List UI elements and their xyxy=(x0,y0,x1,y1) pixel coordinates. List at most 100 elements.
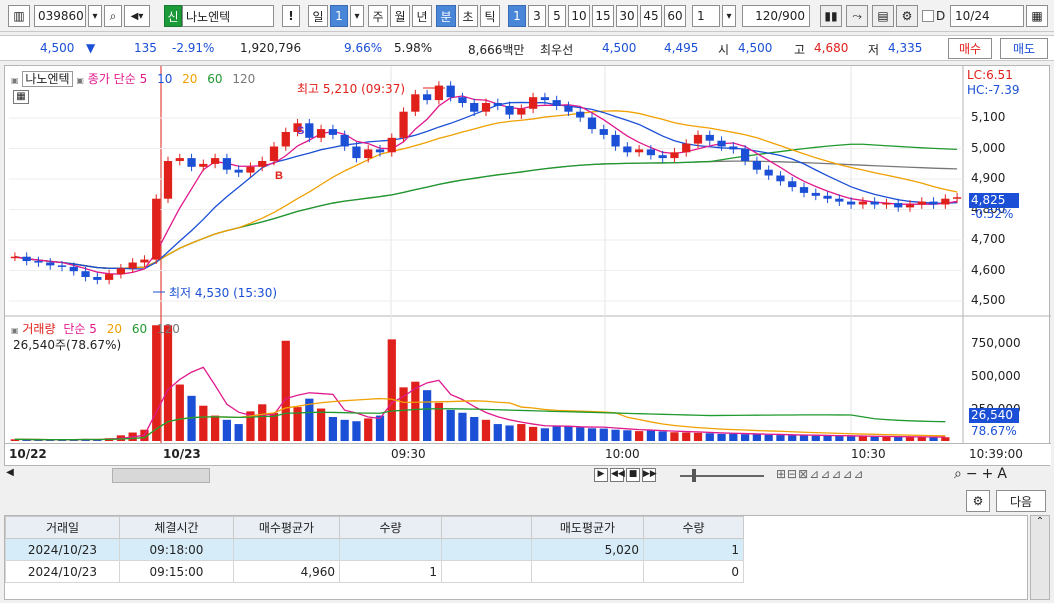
grid-settings-gear-icon[interactable]: ⚙ xyxy=(966,490,990,512)
candle-body xyxy=(399,111,408,138)
period-minute[interactable]: 분 xyxy=(436,5,456,27)
buy-button[interactable]: 매수 xyxy=(948,38,992,59)
gear-icon[interactable]: ⚙ xyxy=(896,5,918,27)
volume-bar xyxy=(634,431,644,441)
draw-tool-icon[interactable]: ⤳ xyxy=(846,5,868,27)
candle-body xyxy=(316,129,326,138)
candle-body xyxy=(352,146,361,159)
col-buy-avg[interactable]: 매수평균가 xyxy=(233,516,340,539)
date-input[interactable]: 10/24 xyxy=(950,5,1024,27)
legend-stock-name[interactable]: 나노엔텍 xyxy=(22,71,73,87)
volume-bar xyxy=(811,435,820,441)
low-price: 4,335 xyxy=(888,41,923,55)
alert-button[interactable]: ! xyxy=(282,5,300,27)
playback-controls: ▶ ◀◀ ■ ▶▶ xyxy=(594,468,657,482)
minute-45[interactable]: 45 xyxy=(640,5,662,27)
search-icon[interactable]: ⌕ xyxy=(104,5,122,27)
period-tick[interactable]: 틱 xyxy=(480,5,500,27)
minute-30[interactable]: 30 xyxy=(616,5,638,27)
period-year[interactable]: 년 xyxy=(412,5,432,27)
volume-bar xyxy=(717,433,726,441)
candle-body xyxy=(375,149,385,153)
grid-scrollbar[interactable]: ⌃ xyxy=(1030,515,1050,600)
stop-icon[interactable]: ■ xyxy=(626,468,640,482)
sell-marker: S xyxy=(297,125,304,137)
legend-ma10: 10 xyxy=(157,72,173,86)
candle-body xyxy=(104,274,114,280)
change-pct: -2.91% xyxy=(172,41,215,55)
minute-10[interactable]: 10 xyxy=(568,5,590,27)
volume-bar xyxy=(505,425,514,441)
zoom-out-icon[interactable]: − xyxy=(966,466,982,482)
volume-bar xyxy=(399,387,408,441)
volume-bar xyxy=(799,435,809,441)
col-sell-qty[interactable]: 수량 xyxy=(643,516,744,539)
table-view-icon[interactable]: ▦ xyxy=(13,90,29,104)
save-icon[interactable]: ▤ xyxy=(872,5,894,27)
period-second[interactable]: 초 xyxy=(458,5,478,27)
volume-bar xyxy=(576,427,585,441)
candle-body xyxy=(163,161,173,199)
volume-bar xyxy=(234,424,243,441)
range-input[interactable]: 120/900 xyxy=(742,5,810,27)
stock-name-field[interactable]: 나노엔텍 xyxy=(182,5,274,27)
screen-menu-icon[interactable]: ▥ xyxy=(8,5,30,27)
col-trade-date[interactable]: 거래일 xyxy=(5,516,120,539)
minute-60[interactable]: 60 xyxy=(664,5,686,27)
volume-bar xyxy=(835,436,844,441)
date-checkbox[interactable] xyxy=(922,10,934,22)
period-day[interactable]: 일 xyxy=(308,5,328,27)
candle-body xyxy=(340,134,349,147)
cell-buy-avg xyxy=(233,538,340,561)
sell-button[interactable]: 매도 xyxy=(1000,38,1048,59)
fast-forward-icon[interactable]: ▶▶ xyxy=(642,468,657,482)
zoom-in-icon[interactable]: + xyxy=(982,466,998,482)
period-week[interactable]: 주 xyxy=(368,5,388,27)
candle-body xyxy=(46,262,55,266)
table-row[interactable]: 2024/10/23 09:18:00 5,020 1 xyxy=(5,538,744,561)
count-dropdown-icon[interactable]: ▾ xyxy=(722,5,736,27)
col-sell-avg[interactable]: 매도평균가 xyxy=(531,516,644,539)
minute-15[interactable]: 15 xyxy=(592,5,614,27)
minute-3[interactable]: 3 xyxy=(528,5,546,27)
rewind-icon[interactable]: ◀◀ xyxy=(610,468,625,482)
play-icon[interactable]: ▶ xyxy=(594,468,608,482)
candle-body xyxy=(894,203,903,208)
scroll-thumb[interactable] xyxy=(112,468,210,483)
period-month[interactable]: 월 xyxy=(390,5,410,27)
zoom-search-icon[interactable]: ⌕ xyxy=(954,466,966,482)
speaker-icon[interactable]: ◀▾ xyxy=(124,5,150,27)
font-size-icon[interactable]: A xyxy=(997,466,1011,482)
volume-bar xyxy=(646,430,656,441)
next-button[interactable]: 다음 xyxy=(996,490,1046,512)
buy-marker: B xyxy=(275,170,283,182)
count-input[interactable]: 1 xyxy=(692,5,720,27)
chart-type-icon[interactable]: ▮▮ xyxy=(820,5,842,27)
cell-buy-qty: 1 xyxy=(339,560,442,583)
legend-ma5: 5 xyxy=(139,72,148,86)
scroll-left-icon[interactable]: ◀ xyxy=(4,467,16,483)
price-volume-chart[interactable]: BS xyxy=(5,66,1051,466)
zoom-slider-handle[interactable] xyxy=(692,469,696,482)
minute-5[interactable]: 5 xyxy=(548,5,566,27)
code-dropdown-icon[interactable]: ▾ xyxy=(88,5,102,27)
volume-bar xyxy=(693,432,703,441)
candle-body xyxy=(328,129,338,135)
volume: 1,920,796 xyxy=(240,41,302,55)
chart-area[interactable]: BS ▣ 나노엔텍 ▣ 종가 단순 5 10 20 60 120 ▦ 최고 5,… xyxy=(4,65,1051,466)
volume-bar xyxy=(870,436,879,441)
col-empty xyxy=(441,516,532,539)
stock-code-input[interactable]: 039860 xyxy=(34,5,86,27)
col-buy-qty[interactable]: 수량 xyxy=(339,516,442,539)
drawing-tools-icons[interactable]: ⊞⊟⊠⊿⊿⊿⊿⊿ xyxy=(776,467,864,481)
cell-buy-qty xyxy=(339,538,442,561)
period-dropdown-icon[interactable]: ▾ xyxy=(350,5,364,27)
calendar-icon[interactable]: ▦ xyxy=(1026,5,1048,27)
col-exec-time[interactable]: 체결시간 xyxy=(119,516,234,539)
period-day-count[interactable]: 1 xyxy=(330,5,348,27)
candle-body xyxy=(705,134,714,141)
table-row[interactable]: 2024/10/23 09:15:00 4,960 1 0 xyxy=(5,560,744,583)
volume-bar xyxy=(894,436,903,441)
minute-1[interactable]: 1 xyxy=(508,5,526,27)
candle-body xyxy=(116,268,126,275)
